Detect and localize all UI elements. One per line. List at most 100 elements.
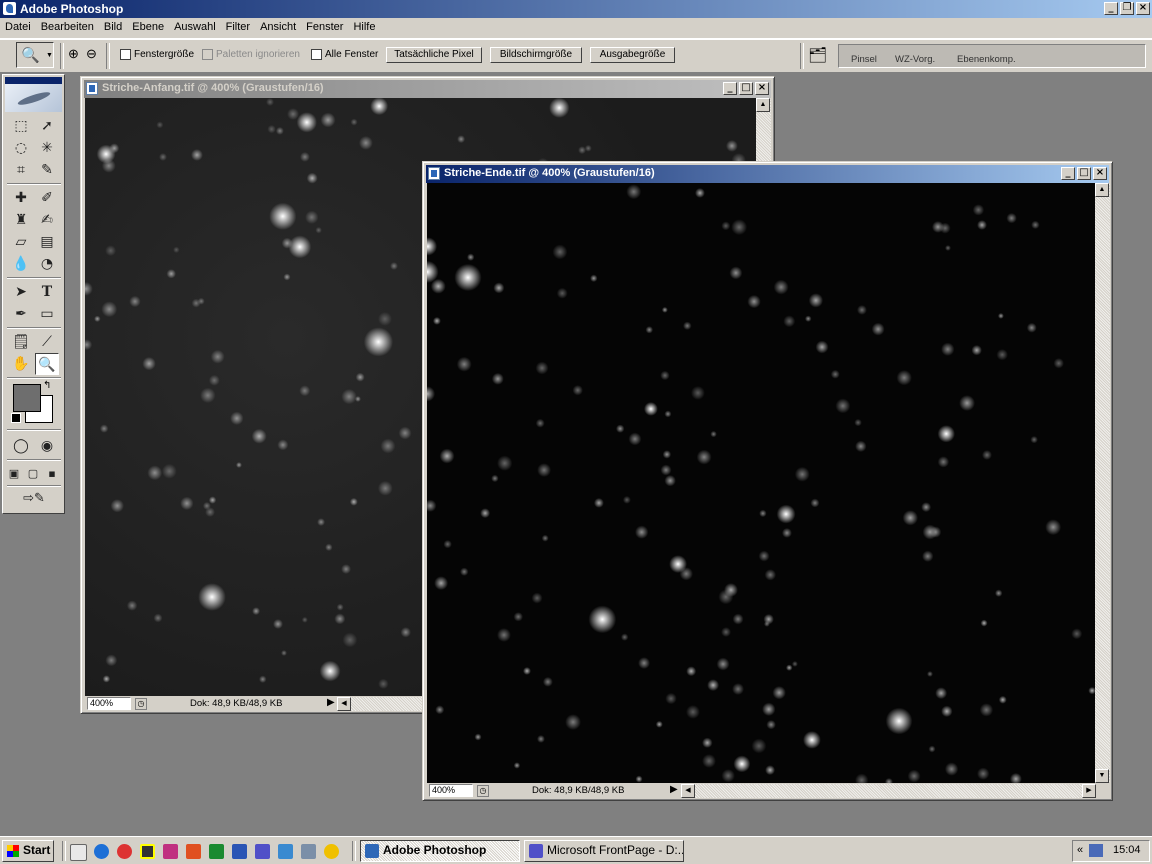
file-browser-icon[interactable]: 🗂 (808, 46, 827, 64)
scroll-left-icon[interactable]: ◀ (337, 697, 351, 711)
network-icon[interactable] (1089, 844, 1103, 857)
doc2-close-button[interactable]: × (1093, 167, 1107, 180)
app-minimize-button[interactable]: _ (1104, 2, 1118, 15)
jump-to-imageready-icon[interactable]: ⇨✎ (9, 488, 59, 510)
path-selection-icon[interactable]: ➤ (9, 281, 33, 303)
doc1-zoom-field[interactable]: 400% (87, 697, 131, 710)
outlook-icon[interactable] (278, 844, 293, 859)
internet-explorer-icon[interactable] (94, 844, 109, 859)
move-icon[interactable]: ➚ (35, 115, 59, 137)
clone-stamp-icon[interactable]: ♜ (9, 209, 33, 231)
zoom-out-icon[interactable]: ⊖ (86, 46, 97, 62)
scroll-left-icon[interactable]: ◀ (681, 784, 695, 798)
tatsaechliche-pixel-button[interactable]: Tatsächliche Pixel (386, 47, 482, 63)
adobe-online-feather-icon[interactable] (5, 84, 62, 112)
screen-mode-standard-icon[interactable]: ▣ (5, 463, 23, 485)
standard-mode-icon[interactable]: ◯ (9, 435, 33, 457)
app-close-button[interactable]: × (1136, 2, 1150, 15)
marquee-icon[interactable]: ⬚ (9, 115, 33, 137)
foreground-color-swatch[interactable] (13, 384, 41, 412)
scroll-up-icon[interactable]: ▲ (1095, 183, 1109, 197)
start-button[interactable]: Start (2, 840, 54, 862)
type-icon[interactable]: T (35, 281, 59, 303)
notepad-icon[interactable] (301, 844, 316, 859)
doc2-horizontal-scrollbar[interactable] (695, 784, 1082, 798)
menu-bearbeiten[interactable]: Bearbeiten (36, 18, 99, 33)
powerpoint-icon[interactable] (163, 844, 178, 859)
doc2-zoom-field[interactable]: 400% (429, 784, 473, 797)
lasso-icon[interactable]: ◌ (9, 137, 33, 159)
magic-wand-icon[interactable]: ✳ (35, 137, 59, 159)
menu-bild[interactable]: Bild (99, 18, 127, 33)
doc2-maximize-button[interactable]: □ (1077, 167, 1091, 180)
excel-icon[interactable] (209, 844, 224, 859)
word-icon[interactable] (232, 844, 247, 859)
document-icon[interactable] (428, 167, 440, 180)
crop-icon[interactable]: ⌗ (9, 159, 33, 181)
eraser-icon[interactable]: ▱ (9, 231, 33, 253)
zoom-icon[interactable]: 🔍 (35, 353, 59, 375)
doc2-titlebar[interactable]: Striche-Ende.tif @ 400% (Graustufen/16) … (426, 165, 1109, 183)
menu-auswahl[interactable]: Auswahl (169, 18, 221, 33)
doc1-minimize-button[interactable]: _ (723, 82, 737, 95)
app-titlebar[interactable]: Adobe Photoshop _ ❐ × (0, 0, 1152, 18)
ausgabegroesse-button[interactable]: Ausgabegröße (590, 47, 675, 63)
show-desktop-icon[interactable] (70, 844, 87, 861)
palette-tab-pinsel[interactable]: Pinsel (851, 54, 877, 65)
taskbar-microsoft-frontpage[interactable]: Microsoft FrontPage - D:... (524, 840, 684, 862)
photoshop-app-icon[interactable] (3, 2, 16, 15)
default-colors-icon[interactable] (11, 413, 21, 423)
office-icon[interactable] (186, 844, 201, 859)
clock[interactable]: 15:04 (1113, 844, 1141, 856)
pen-icon[interactable]: ✒ (9, 303, 33, 325)
tray-expand-icon[interactable]: « (1077, 844, 1083, 856)
healing-brush-icon[interactable]: ✚ (9, 187, 33, 209)
doc2-minimize-button[interactable]: _ (1061, 167, 1075, 180)
doc1-close-button[interactable]: × (755, 82, 769, 95)
menu-filter[interactable]: Filter (221, 18, 255, 33)
frontpage-icon[interactable] (255, 844, 270, 859)
fenstergroesse-checkbox[interactable]: Fenstergröße (120, 49, 194, 60)
zoom-in-icon[interactable]: ⊕ (68, 46, 79, 62)
gradient-icon[interactable]: ▤ (35, 231, 59, 253)
menu-fenster[interactable]: Fenster (301, 18, 348, 33)
swap-colors-icon[interactable]: ↰ (43, 380, 51, 391)
shape-icon[interactable]: ▭ (35, 303, 59, 325)
toolbox-titlebar[interactable] (5, 77, 62, 84)
hand-icon[interactable]: ✋ (9, 353, 33, 375)
doc2-canvas[interactable] (427, 183, 1095, 783)
menu-hilfe[interactable]: Hilfe (348, 18, 380, 33)
doc1-titlebar[interactable]: Striche-Anfang.tif @ 400% (Graustufen/16… (84, 80, 771, 98)
screen-mode-fullmenu-icon[interactable]: ▢ (24, 463, 42, 485)
dodge-icon[interactable]: ◔ (35, 253, 59, 275)
status-arrow-icon[interactable]: ▶ (327, 697, 335, 708)
taskbar-adobe-photoshop[interactable]: Adobe Photoshop (360, 840, 520, 862)
eyedropper-icon[interactable]: ⟋ (35, 331, 59, 353)
opera-icon[interactable] (117, 844, 132, 859)
screen-mode-full-icon[interactable]: ▪ (43, 463, 61, 485)
doc2-vertical-scrollbar[interactable]: ▲ ▼ (1095, 183, 1110, 783)
blur-icon[interactable]: 💧 (9, 253, 33, 275)
alle-fenster-checkbox[interactable]: Alle Fenster (311, 49, 378, 60)
palette-tab-ebenenkomp[interactable]: Ebenenkomp. (957, 54, 1016, 65)
quick-mask-mode-icon[interactable]: ◉ (35, 435, 59, 457)
menu-datei[interactable]: Datei (0, 18, 36, 33)
brush-icon[interactable]: ✐ (35, 187, 59, 209)
history-brush-icon[interactable]: ✍ (35, 209, 59, 231)
status-menu-icon[interactable]: ◷ (135, 698, 147, 710)
document-icon[interactable] (86, 82, 98, 95)
status-menu-icon[interactable]: ◷ (477, 785, 489, 797)
doc1-maximize-button[interactable]: □ (739, 82, 753, 95)
paletten-ignorieren-checkbox[interactable]: Paletten ignorieren (202, 49, 300, 60)
app-restore-button[interactable]: ❐ (1120, 2, 1134, 15)
scroll-right-icon[interactable]: ▶ (1082, 784, 1096, 798)
terminal-icon[interactable] (140, 844, 155, 859)
bildschirmgroesse-button[interactable]: Bildschirmgröße (490, 47, 582, 63)
palette-tab-wz-vorg[interactable]: WZ-Vorg. (895, 54, 935, 65)
scroll-down-icon[interactable]: ▼ (1095, 769, 1109, 783)
status-arrow-icon[interactable]: ▶ (670, 784, 678, 795)
media-player-icon[interactable] (324, 844, 339, 859)
slice-icon[interactable]: ✎ (35, 159, 59, 181)
menu-ebene[interactable]: Ebene (127, 18, 169, 33)
notes-icon[interactable]: 🗒 (9, 331, 33, 353)
